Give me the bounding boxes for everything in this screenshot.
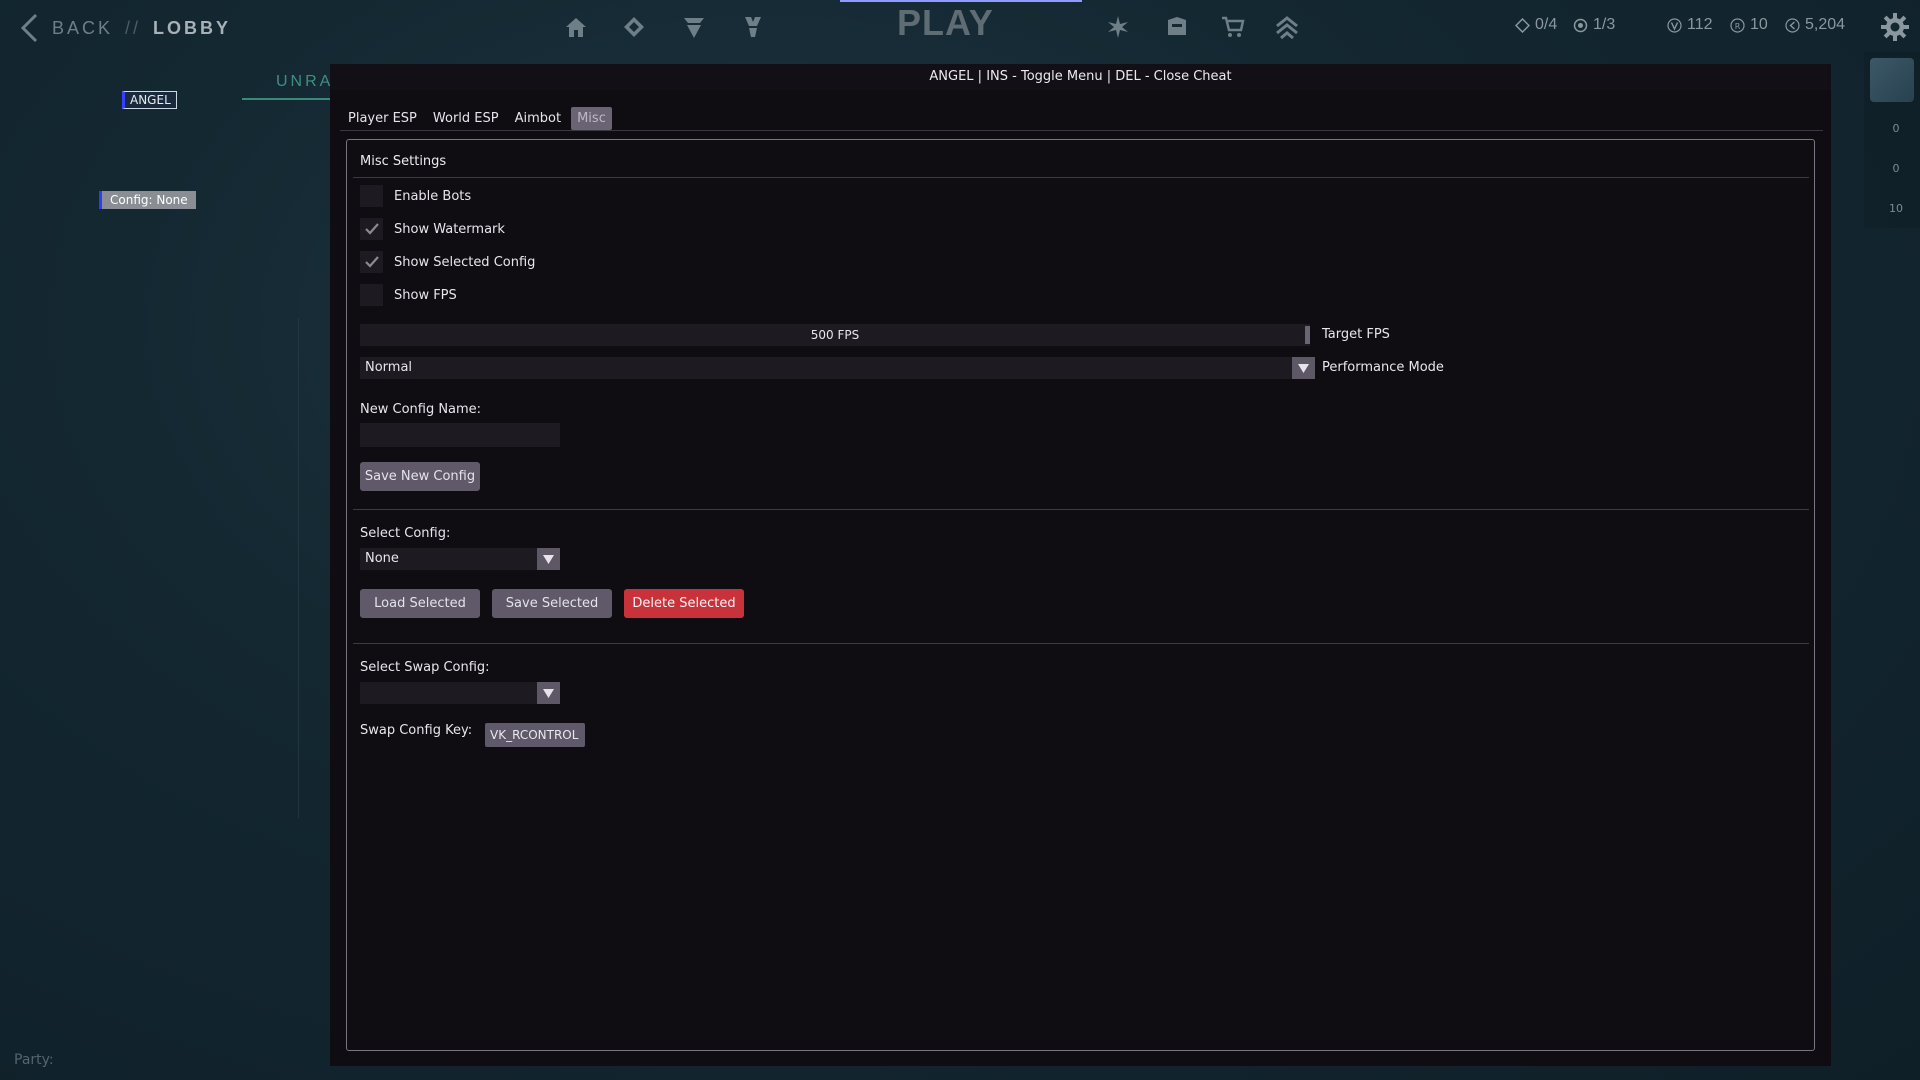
slider-value: 500 FPS bbox=[810, 328, 860, 342]
loadout-icon[interactable] bbox=[1164, 14, 1190, 40]
rank-icon[interactable] bbox=[1274, 14, 1300, 40]
breadcrumb-lobby: LOBBY bbox=[153, 17, 232, 38]
radianite-icon: R bbox=[1730, 17, 1745, 33]
checkbox-box[interactable] bbox=[360, 218, 383, 240]
side-number: 0 bbox=[1892, 122, 1900, 135]
checkbox-label: Show Watermark bbox=[394, 221, 505, 237]
swap-config-key-label: Swap Config Key: bbox=[360, 723, 473, 738]
social-count[interactable]: 0/4 bbox=[1515, 16, 1557, 34]
menu-window: ANGEL | INS - Toggle Menu | DEL - Close … bbox=[330, 64, 1831, 1066]
party-icon bbox=[1573, 18, 1588, 32]
new-config-name-label: New Config Name: bbox=[360, 402, 482, 417]
social-icon bbox=[1515, 17, 1530, 33]
divider bbox=[353, 177, 1809, 178]
target-fps-label: Target FPS bbox=[1322, 327, 1390, 342]
party-count[interactable]: 1/3 bbox=[1573, 16, 1615, 34]
dropdown-value: None bbox=[365, 551, 399, 566]
delete-selected-button[interactable]: Delete Selected bbox=[624, 589, 744, 618]
kingdom-credits-icon bbox=[1785, 17, 1800, 33]
checkbox-box[interactable] bbox=[360, 284, 383, 306]
show-selected-config-checkbox[interactable]: Show Selected Config bbox=[360, 251, 535, 273]
show-watermark-checkbox[interactable]: Show Watermark bbox=[360, 218, 505, 240]
checkbox-label: Show FPS bbox=[394, 287, 457, 303]
career-icon[interactable] bbox=[621, 14, 647, 40]
config-watermark: Config: None bbox=[99, 191, 196, 209]
select-swap-config-dropdown[interactable] bbox=[360, 682, 560, 704]
breadcrumb-separator: // bbox=[125, 17, 142, 38]
checkbox-box[interactable] bbox=[360, 185, 383, 207]
back-label: BACK bbox=[52, 17, 114, 38]
collection-icon[interactable] bbox=[1105, 14, 1131, 40]
checkbox-box[interactable] bbox=[360, 251, 383, 273]
radianite-points[interactable]: R 10 bbox=[1730, 16, 1768, 34]
valorant-points-icon bbox=[1667, 17, 1682, 33]
checkmark-icon bbox=[364, 223, 379, 235]
valorant-points-value: 112 bbox=[1687, 16, 1713, 33]
side-number: 0 bbox=[1892, 162, 1900, 175]
tab-aimbot[interactable]: Aimbot bbox=[509, 107, 567, 130]
tab-misc[interactable]: Misc bbox=[571, 107, 612, 130]
divider bbox=[353, 509, 1809, 510]
checkbox-label: Show Selected Config bbox=[394, 254, 536, 270]
mode-tab-underline bbox=[242, 98, 332, 100]
back-button[interactable]: BACK // LOBBY bbox=[18, 12, 231, 44]
enable-bots-checkbox[interactable]: Enable Bots bbox=[360, 185, 471, 207]
window-title[interactable]: ANGEL | INS - Toggle Menu | DEL - Close … bbox=[330, 64, 1831, 90]
game-top-bar: BACK // LOBBY PLAY 0/4 1/3 112 R 10 5,20… bbox=[0, 0, 1920, 56]
select-config-label: Select Config: bbox=[360, 526, 451, 541]
dropdown-arrow-icon[interactable] bbox=[1292, 357, 1315, 379]
battlepass-icon[interactable] bbox=[740, 14, 766, 40]
misc-settings-panel: Misc Settings Enable Bots Show Watermark… bbox=[346, 139, 1815, 1051]
username-watermark: ANGEL bbox=[122, 91, 177, 109]
swap-config-key-button[interactable]: VK_RCONTROL bbox=[485, 723, 585, 747]
tab-world-esp[interactable]: World ESP bbox=[427, 107, 505, 130]
save-selected-button[interactable]: Save Selected bbox=[492, 589, 612, 618]
avatar[interactable] bbox=[1870, 58, 1914, 102]
new-config-name-input[interactable] bbox=[360, 423, 560, 447]
select-config-dropdown[interactable]: None bbox=[360, 548, 560, 570]
tab-bar: Player ESP World ESP Aimbot Misc bbox=[342, 107, 612, 130]
store-icon[interactable] bbox=[1220, 14, 1246, 40]
kingdom-credits-value: 5,204 bbox=[1805, 16, 1846, 33]
load-selected-button[interactable]: Load Selected bbox=[360, 589, 480, 618]
dropdown-arrow-icon[interactable] bbox=[537, 682, 560, 704]
dropdown-value: Normal bbox=[365, 360, 413, 375]
checkmark-icon bbox=[364, 256, 379, 268]
party-label: Party: bbox=[14, 1052, 54, 1068]
agents-icon[interactable] bbox=[681, 14, 707, 40]
section-title: Misc Settings bbox=[360, 154, 447, 169]
home-icon[interactable] bbox=[563, 14, 589, 40]
play-tab[interactable]: PLAY bbox=[897, 2, 994, 44]
tab-player-esp[interactable]: Player ESP bbox=[342, 107, 423, 130]
dropdown-arrow-icon[interactable] bbox=[537, 548, 560, 570]
checkbox-label: Enable Bots bbox=[394, 188, 472, 204]
radianite-value: 10 bbox=[1750, 16, 1768, 33]
performance-mode-dropdown[interactable]: Normal bbox=[360, 357, 1315, 379]
party-count-value: 1/3 bbox=[1593, 16, 1616, 33]
svg-text:R: R bbox=[1735, 22, 1741, 31]
divider bbox=[353, 643, 1809, 644]
tab-divider bbox=[340, 130, 1823, 131]
save-new-config-button[interactable]: Save New Config bbox=[360, 462, 480, 491]
chevron-left-icon bbox=[20, 13, 38, 43]
valorant-points[interactable]: 112 bbox=[1667, 16, 1713, 34]
slider-handle[interactable] bbox=[1305, 326, 1310, 344]
target-fps-slider[interactable]: 500 FPS bbox=[360, 324, 1310, 346]
social-count-value: 0/4 bbox=[1535, 16, 1558, 33]
show-fps-checkbox[interactable]: Show FPS bbox=[360, 284, 457, 306]
select-swap-config-label: Select Swap Config: bbox=[360, 660, 490, 675]
settings-gear-icon[interactable] bbox=[1880, 12, 1910, 42]
performance-mode-label: Performance Mode bbox=[1322, 360, 1444, 375]
kingdom-credits[interactable]: 5,204 bbox=[1785, 16, 1845, 34]
side-number: 10 bbox=[1889, 202, 1903, 215]
